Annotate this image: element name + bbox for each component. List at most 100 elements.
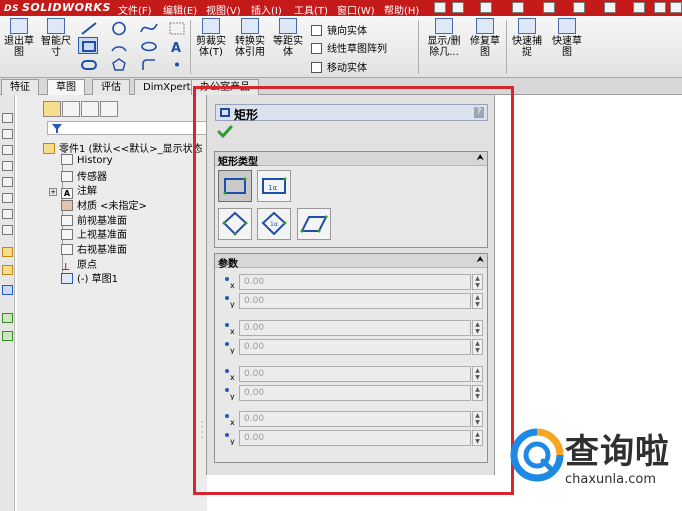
param-y3-spinner[interactable]: ▲ ▼ bbox=[472, 385, 483, 401]
sketch-tool-icon[interactable] bbox=[2, 247, 13, 257]
appearance-manager-tab-icon[interactable] bbox=[100, 101, 118, 117]
tree-item-right-plane[interactable]: 右视基准面 bbox=[61, 241, 127, 256]
view-icon[interactable] bbox=[2, 193, 13, 203]
file-properties-icon[interactable] bbox=[654, 2, 666, 13]
linear-pattern-button[interactable]: 线性草图阵列 bbox=[311, 40, 387, 55]
tab-features[interactable]: 特征 bbox=[1, 79, 39, 95]
parameters-header[interactable]: 参数 ⮝ bbox=[215, 254, 487, 270]
param-y2-input[interactable]: 0.00 bbox=[239, 339, 471, 355]
menu-view[interactable]: 视图(V) bbox=[206, 2, 241, 17]
view-icon[interactable] bbox=[2, 161, 13, 171]
center-rectangle-button[interactable]: 1α bbox=[257, 170, 291, 202]
param-y1-spinner[interactable]: ▲ ▼ bbox=[472, 293, 483, 309]
corner-rectangle-button[interactable] bbox=[218, 170, 252, 202]
exit-sketch-button[interactable]: 退出草图 bbox=[2, 18, 36, 58]
fillet-tool-button[interactable] bbox=[138, 55, 158, 72]
menu-tools[interactable]: 工具(T) bbox=[294, 2, 328, 17]
tree-item-top-plane[interactable]: 上视基准面 bbox=[61, 226, 127, 241]
view-icon[interactable] bbox=[2, 113, 13, 123]
display-delete-relations-button[interactable]: 显示/删除几... bbox=[424, 18, 464, 58]
param-y2-spinner[interactable]: ▲ ▼ bbox=[472, 339, 483, 355]
convert-entities-button[interactable]: 转换实体引用 bbox=[231, 18, 269, 58]
menu-insert[interactable]: 插入(I) bbox=[251, 2, 282, 17]
arc-tool-button[interactable] bbox=[108, 37, 128, 54]
collapse-icon[interactable]: ⮝ bbox=[476, 153, 484, 163]
dropdown-icon[interactable] bbox=[452, 2, 464, 13]
select-arrow-icon[interactable] bbox=[604, 2, 616, 13]
view-icon[interactable] bbox=[2, 177, 13, 187]
param-x4-spinner[interactable]: ▲ ▼ bbox=[472, 411, 483, 427]
tab-dimxpert[interactable]: DimXpert bbox=[134, 79, 200, 95]
tree-item-sketch1[interactable]: (-) 草图1 bbox=[61, 270, 118, 285]
mirror-entities-button[interactable]: 镜向实体 bbox=[311, 22, 367, 37]
polygon-tool-button[interactable] bbox=[108, 55, 128, 72]
param-x4-input[interactable]: 0.00 bbox=[239, 411, 471, 427]
param-y4-input[interactable]: 0.00 bbox=[239, 430, 471, 446]
ellipse-tool-button[interactable] bbox=[138, 37, 158, 54]
collapse-icon[interactable]: ⮝ bbox=[476, 255, 484, 265]
quick-snaps-button[interactable]: 快速捕捉 bbox=[509, 18, 545, 58]
open-icon[interactable] bbox=[480, 2, 492, 13]
smart-dimension-button[interactable]: 智能尺寸 bbox=[38, 18, 74, 58]
rectangle-tool-button[interactable] bbox=[78, 37, 98, 54]
tab-sketch[interactable]: 草图 bbox=[47, 79, 85, 95]
param-x1-input[interactable]: 0.00 bbox=[239, 274, 471, 290]
param-x3-input[interactable]: 0.00 bbox=[239, 366, 471, 382]
view-icon[interactable] bbox=[2, 145, 13, 155]
print-icon[interactable] bbox=[543, 2, 555, 13]
tab-evaluate[interactable]: 评估 bbox=[92, 79, 130, 95]
configuration-manager-tab-icon[interactable] bbox=[81, 101, 99, 117]
param-x3-spinner[interactable]: ▲ ▼ bbox=[472, 366, 483, 382]
ok-check-icon[interactable] bbox=[217, 125, 233, 139]
tree-item-material[interactable]: 材质 <未指定> bbox=[61, 197, 147, 212]
rapid-sketch-button[interactable]: 快速草图 bbox=[548, 18, 586, 58]
menu-window[interactable]: 窗口(W) bbox=[337, 2, 375, 17]
rebuild-icon[interactable] bbox=[633, 2, 645, 13]
options-icon[interactable] bbox=[670, 2, 682, 13]
undo-icon[interactable] bbox=[573, 2, 585, 13]
view-icon[interactable] bbox=[2, 225, 13, 235]
spline-tool-button[interactable] bbox=[138, 19, 158, 36]
param-x2-spinner[interactable]: ▲ ▼ bbox=[472, 320, 483, 336]
panel-splitter-handle[interactable]: · · · · bbox=[201, 419, 207, 442]
text-tool-button[interactable]: A bbox=[166, 37, 186, 55]
sketch-tool-icon[interactable] bbox=[2, 331, 13, 341]
tab-office-products[interactable]: 办公室产品 bbox=[191, 79, 259, 95]
rectangle-type-header[interactable]: 矩形类型 ⮝ bbox=[215, 152, 487, 168]
property-manager-tab-icon[interactable] bbox=[62, 101, 80, 117]
offset-entities-button[interactable]: 等距实体 bbox=[272, 18, 304, 58]
save-icon[interactable] bbox=[512, 2, 524, 13]
tree-filter-input[interactable] bbox=[47, 121, 207, 135]
slot-tool-button[interactable] bbox=[78, 55, 98, 72]
menu-edit[interactable]: 编辑(E) bbox=[163, 2, 197, 17]
sketch-tool-icon[interactable] bbox=[2, 265, 13, 275]
circle-tool-button[interactable] bbox=[108, 19, 128, 36]
view-icon[interactable] bbox=[2, 129, 13, 139]
3-point-corner-rectangle-button[interactable] bbox=[218, 208, 252, 240]
feature-manager-tab-icon[interactable] bbox=[43, 101, 61, 117]
tree-root-part[interactable]: 零件1 (默认<<默认>_显示状态 bbox=[43, 140, 203, 155]
trim-entities-button[interactable]: 剪裁实体(T) bbox=[193, 18, 229, 58]
tree-item-sensors[interactable]: 传感器 bbox=[61, 168, 107, 183]
param-y1-input[interactable]: 0.00 bbox=[239, 293, 471, 309]
menu-help[interactable]: 帮助(H) bbox=[384, 2, 419, 17]
param-x1-spinner[interactable]: ▲ ▼ bbox=[472, 274, 483, 290]
move-entities-button[interactable]: 移动实体 bbox=[311, 59, 367, 74]
tree-item-front-plane[interactable]: 前视基准面 bbox=[61, 212, 127, 227]
3-point-center-rectangle-button[interactable]: 1α bbox=[257, 208, 291, 240]
param-y3-input[interactable]: 0.00 bbox=[239, 385, 471, 401]
sketch-tool-icon[interactable] bbox=[2, 285, 13, 295]
param-y4-spinner[interactable]: ▲ ▼ bbox=[472, 430, 483, 446]
sketch-tool-icon[interactable] bbox=[2, 313, 13, 323]
tree-item-history[interactable]: History bbox=[61, 154, 113, 166]
expand-icon[interactable]: + bbox=[49, 188, 57, 196]
centerline-tool-button[interactable] bbox=[166, 19, 186, 36]
menu-file[interactable]: 文件(F) bbox=[118, 2, 152, 17]
help-button[interactable]: ? bbox=[474, 107, 484, 118]
point-tool-button[interactable] bbox=[166, 55, 186, 72]
view-icon[interactable] bbox=[2, 209, 13, 219]
new-document-icon[interactable] bbox=[434, 2, 446, 13]
param-x2-input[interactable]: 0.00 bbox=[239, 320, 471, 336]
parallelogram-button[interactable] bbox=[297, 208, 331, 240]
repair-sketch-button[interactable]: 修复草图 bbox=[467, 18, 503, 58]
